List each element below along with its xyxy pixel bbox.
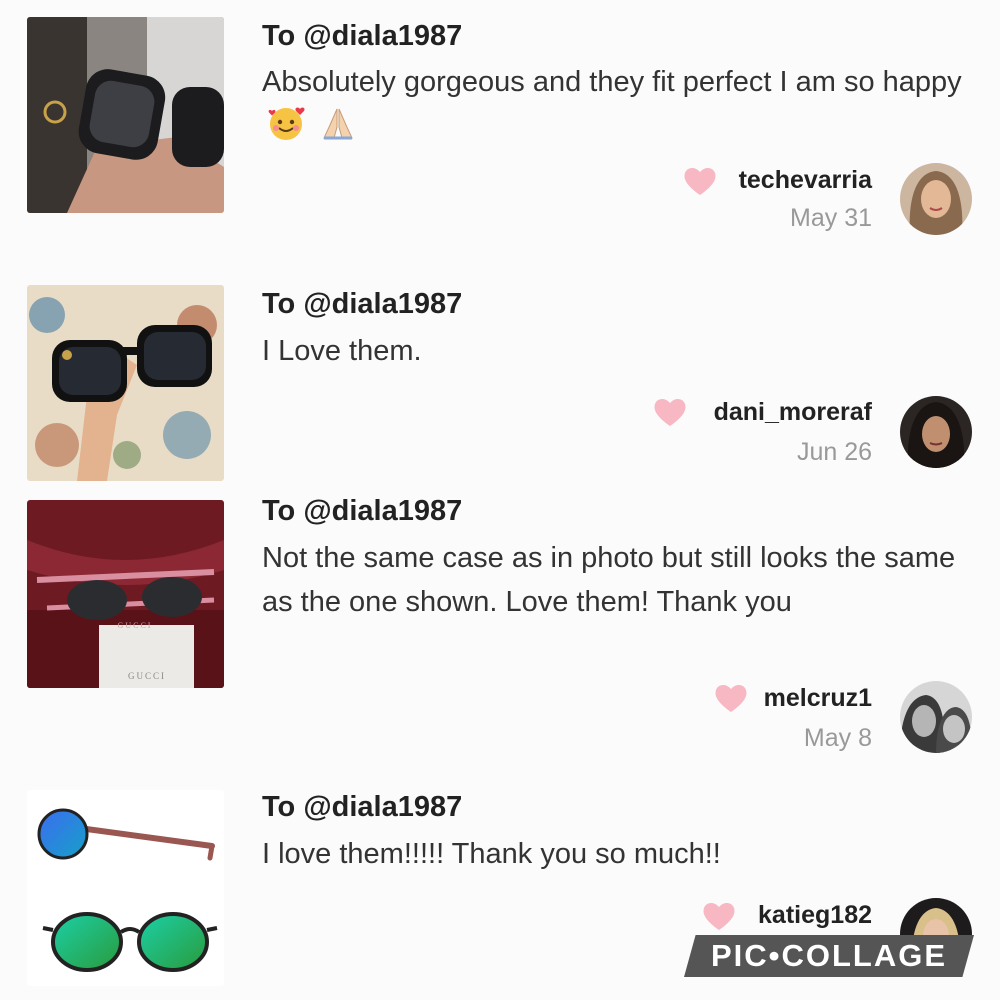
- heart-icon[interactable]: [682, 165, 718, 197]
- review-photo[interactable]: [27, 17, 224, 213]
- review-recipient: To @diala1987: [262, 495, 463, 527]
- reviewer-avatar[interactable]: [900, 681, 972, 753]
- review-photo[interactable]: [27, 790, 224, 986]
- reviewer-name[interactable]: dani_moreraf: [714, 398, 872, 427]
- avatar-portrait-icon: [900, 396, 972, 468]
- review-text: Absolutely gorgeous and they fit perfect…: [262, 60, 972, 154]
- smiling-face-with-hearts-icon: [268, 105, 308, 154]
- case-label: GUCCI: [128, 671, 166, 681]
- review-date: May 8: [803, 724, 872, 752]
- review-recipient: To @diala1987: [262, 791, 463, 823]
- pic-collage-watermark: PIC•COLLAGE: [684, 935, 974, 977]
- review-date: May 31: [790, 204, 872, 232]
- review-photo[interactable]: [27, 285, 224, 481]
- review-photo[interactable]: GUCCI GUCCI: [27, 500, 224, 688]
- photo-product-sunglasses-icon: [27, 790, 224, 986]
- reviewer-avatar[interactable]: [900, 396, 972, 468]
- reviewer-name[interactable]: techevarria: [739, 166, 872, 195]
- heart-icon[interactable]: [713, 682, 749, 714]
- case-label: GUCCI: [118, 621, 153, 630]
- reviewer-avatar[interactable]: [900, 163, 972, 235]
- folded-hands-icon: [318, 105, 358, 154]
- review-recipient: To @diala1987: [262, 288, 463, 320]
- review-text: I Love them.: [262, 335, 422, 367]
- photo-sunglasses-case-icon: GUCCI GUCCI: [27, 500, 224, 688]
- avatar-portrait-icon: [900, 681, 972, 753]
- reviewer-name[interactable]: katieg182: [758, 901, 872, 930]
- avatar-portrait-icon: [900, 163, 972, 235]
- reviewer-name[interactable]: melcruz1: [764, 684, 872, 713]
- heart-icon[interactable]: [652, 396, 688, 428]
- review-text: Not the same case as in photo but still …: [262, 542, 956, 618]
- review-date: Jun 26: [796, 438, 872, 466]
- review-text-content: Absolutely gorgeous and they fit perfect…: [262, 66, 962, 98]
- photo-held-sunglasses-patterned-icon: [27, 285, 224, 481]
- heart-icon[interactable]: [701, 900, 737, 932]
- photo-held-sunglasses-icon: [27, 17, 224, 213]
- review-text: I love them!!!!! Thank you so much!!: [262, 838, 721, 870]
- review-recipient: To @diala1987: [262, 20, 463, 52]
